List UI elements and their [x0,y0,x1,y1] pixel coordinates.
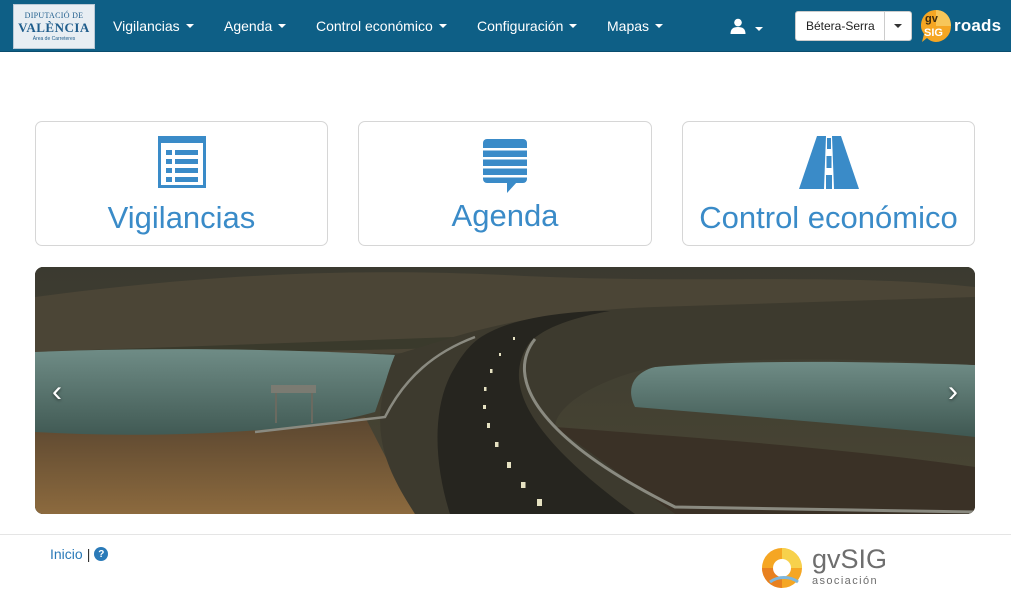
footer-separator: | [86,546,91,562]
gvsig-asociacion-name: gvSIG [812,544,888,574]
footer-links: Inicio | ? [50,546,109,562]
logo-line-1: DIPUTACIÓ DE [24,10,84,20]
gvsig-prefix: gv [925,13,939,25]
location-select-toggle[interactable] [884,12,911,40]
chevron-down-icon [438,24,447,28]
road-icon [798,136,859,189]
gvsig-sig: SIG [924,27,943,39]
logo-line-3: Àrea de Carreteres [32,35,76,42]
road-landscape-image [35,267,975,514]
comment-icon [483,139,527,193]
nav-agenda-label: Agenda [224,18,273,34]
carousel-prev-button[interactable]: ‹ [37,372,77,412]
nav-control-economico[interactable]: Control económico [316,0,447,52]
gvsig-asociacion-logo[interactable]: gvSIG asociación [760,544,888,592]
chevron-down-icon [755,27,763,31]
chevron-down-icon [894,24,902,28]
gvsig-asociacion-mark-icon [762,548,802,588]
list-icon [157,136,206,188]
carousel-next-button[interactable]: › [933,372,973,412]
logo-line-2: VALÈNCIA [18,19,90,35]
nav-control-economico-label: Control económico [316,18,433,34]
nav-vigilancias[interactable]: Vigilancias [113,0,194,52]
user-icon [730,18,746,34]
tile-agenda-label: Agenda [451,198,559,233]
footer-divider [0,534,1011,535]
image-carousel[interactable]: ‹ › [35,267,975,514]
chevron-down-icon [569,24,578,28]
nav-configuracion-label: Configuración [477,18,564,34]
gvsig-badge-icon: gv SIG [921,10,951,42]
chevron-down-icon [185,24,194,28]
chevron-down-icon [278,24,287,28]
nav-mapas-label: Mapas [607,18,650,34]
help-icon[interactable]: ? [94,547,109,561]
gvsig-roads-text: roads [954,16,1002,35]
nav-vigilancias-label: Vigilancias [113,18,180,34]
location-select-value: Bétera-Serra [806,19,875,33]
tile-agenda[interactable]: Agenda [358,121,652,246]
gvsig-asociacion-sub: asociación [812,575,878,587]
nav-mapas[interactable]: Mapas [607,0,664,52]
top-navbar: DIPUTACIÓ DE VALÈNCIA Àrea de Carreteres… [0,0,1011,52]
nav-agenda[interactable]: Agenda [224,0,287,52]
gvsig-roads-logo[interactable]: gv SIG roads [920,6,1006,46]
tile-control-economico[interactable]: Control económico [682,121,975,246]
location-select[interactable]: Bétera-Serra [795,11,912,41]
nav-configuracion[interactable]: Configuración [477,0,578,52]
tile-vigilancias-label: Vigilancias [107,200,256,235]
user-menu[interactable] [730,0,763,52]
chevron-down-icon [655,24,664,28]
tile-vigilancias[interactable]: Vigilancias [35,121,328,246]
diputacio-valencia-logo[interactable]: DIPUTACIÓ DE VALÈNCIA Àrea de Carreteres [13,4,95,49]
home-link[interactable]: Inicio [50,546,83,562]
tile-control-economico-label: Control económico [699,200,958,235]
